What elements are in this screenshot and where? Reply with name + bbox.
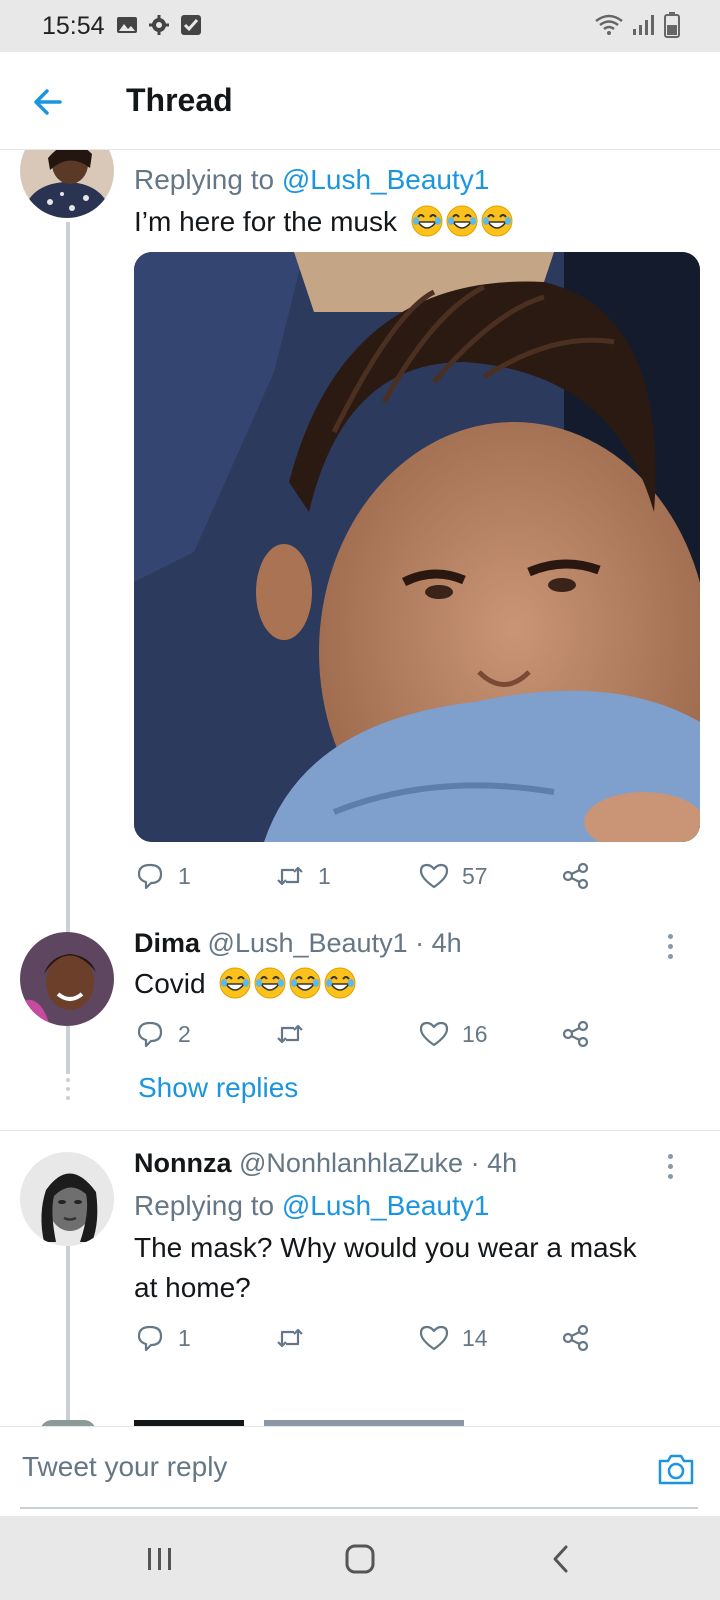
avatar[interactable]: [20, 1152, 114, 1246]
camera-icon[interactable]: [656, 1449, 696, 1489]
tweet-media-image[interactable]: [134, 252, 700, 842]
mention-link[interactable]: @Lush_Beauty1: [282, 164, 489, 195]
tweet-reply-input[interactable]: Tweet your reply: [22, 1451, 227, 1483]
author-name[interactable]: Nonnza: [134, 1148, 232, 1178]
thread-connector-line: [66, 222, 70, 932]
recent-apps-icon[interactable]: [143, 1542, 177, 1576]
divider: [0, 1130, 720, 1131]
reply-button[interactable]: 1: [134, 860, 191, 892]
tweet-actions: 2 16: [134, 1018, 614, 1058]
like-count: 57: [462, 862, 488, 889]
share-icon: [562, 862, 589, 890]
retweet-count: 1: [318, 862, 331, 889]
reply-icon: [137, 1021, 163, 1048]
tweet-header: Dima @Lush_Beauty1 · 4h: [134, 928, 462, 959]
status-bar: 15:54: [0, 0, 720, 52]
like-count: 14: [462, 1324, 488, 1351]
battery-icon: [664, 12, 680, 38]
laughing-emoji-icon: [219, 967, 251, 999]
gallery-notification-icon: [117, 17, 137, 33]
home-icon[interactable]: [343, 1542, 377, 1576]
more-options-icon[interactable]: [668, 934, 676, 964]
wifi-icon: [595, 14, 623, 35]
reply-composer: Tweet your reply: [0, 1426, 720, 1516]
share-button[interactable]: [560, 1322, 592, 1354]
laughing-emoji-icon: [289, 967, 321, 999]
retweet-button[interactable]: [274, 1018, 318, 1050]
share-icon: [562, 1020, 589, 1048]
tweet-actions: 1 1 57: [134, 860, 614, 900]
heart-icon: [419, 863, 449, 889]
laughing-emoji-icon: [254, 967, 286, 999]
share-icon: [562, 1324, 589, 1352]
thread-connector-line: [66, 1026, 70, 1074]
retweet-button[interactable]: [274, 1322, 318, 1354]
heart-icon: [419, 1325, 449, 1351]
author-handle[interactable]: @NonhlanhlaZuke: [239, 1148, 463, 1178]
author-name[interactable]: Dima: [134, 928, 200, 958]
settings-notification-icon: [149, 15, 169, 35]
tweet-text: The mask? Why would you wear a mask at h…: [134, 1232, 637, 1303]
avatar[interactable]: [20, 932, 114, 1026]
like-button[interactable]: 14: [418, 1322, 488, 1354]
reply-count: 1: [178, 862, 191, 889]
like-button[interactable]: 16: [418, 1018, 488, 1050]
system-nav-bar: [0, 1516, 720, 1600]
retweet-icon: [277, 1328, 303, 1348]
reply-count: 2: [178, 1020, 191, 1047]
reply-button[interactable]: 2: [134, 1018, 191, 1050]
retweet-icon: [277, 1024, 303, 1044]
reply-icon: [137, 863, 163, 890]
thread-connector-line: [66, 1246, 70, 1426]
thread-content[interactable]: Replying to @Lush_Beauty1 I’m here for t…: [0, 150, 720, 1426]
like-count: 16: [462, 1020, 488, 1047]
laughing-emoji-icon: [324, 967, 356, 999]
back-arrow-icon[interactable]: [28, 82, 68, 122]
thread-dotted-line: [66, 1078, 70, 1105]
back-nav-icon[interactable]: [544, 1542, 578, 1576]
author-handle[interactable]: @Lush_Beauty1: [208, 928, 408, 958]
retweet-button[interactable]: 1: [274, 860, 331, 892]
tweet-text: I’m here for the musk: [134, 202, 516, 242]
mention-link[interactable]: @Lush_Beauty1: [282, 1190, 489, 1221]
tweet-actions: 1 14: [134, 1322, 614, 1362]
laughing-emoji-icon: [481, 205, 513, 237]
more-options-icon[interactable]: [668, 1154, 676, 1184]
reply-count: 1: [178, 1324, 191, 1351]
checkbox-notification-icon: [181, 15, 201, 35]
laughing-emoji-icon: [446, 205, 478, 237]
tweet-time: · 4h: [470, 1148, 518, 1178]
replying-to: Replying to @Lush_Beauty1: [134, 164, 490, 195]
replying-to: Replying to @Lush_Beauty1: [134, 1190, 490, 1221]
status-time: 15:54: [42, 12, 105, 40]
clipped-header: [134, 150, 584, 152]
laughing-emoji-icon: [411, 205, 443, 237]
header: Thread: [0, 52, 720, 150]
tweet-text: Covid: [134, 964, 359, 1004]
like-button[interactable]: 57: [418, 860, 488, 892]
share-button[interactable]: [560, 860, 592, 892]
page-title: Thread: [126, 82, 233, 118]
reply-button[interactable]: 1: [134, 1322, 191, 1354]
share-button[interactable]: [560, 1018, 592, 1050]
tweet-header: Nonnza @NonhlanhlaZuke · 4h: [134, 1148, 517, 1179]
avatar[interactable]: [20, 150, 114, 218]
signal-icon: [633, 15, 654, 35]
retweet-icon: [277, 866, 303, 886]
tweet-time: · 4h: [415, 928, 462, 958]
show-replies-link[interactable]: Show replies: [138, 1072, 298, 1104]
reply-icon: [137, 1325, 163, 1352]
heart-icon: [419, 1021, 449, 1047]
input-underline: [20, 1507, 698, 1509]
